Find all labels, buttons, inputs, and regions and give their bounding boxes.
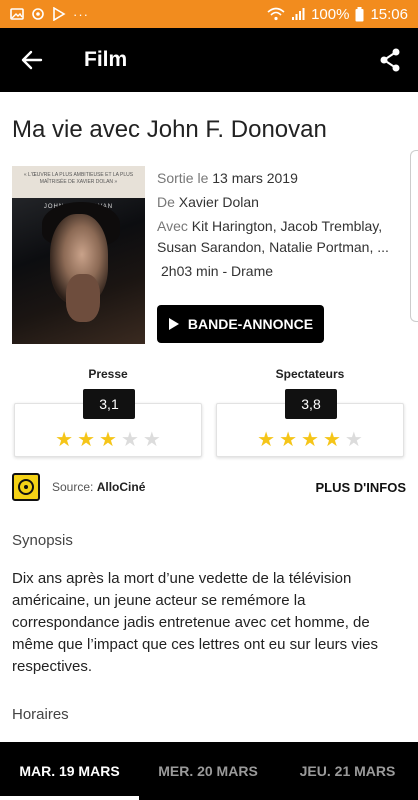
star-filled-icon: ★ xyxy=(301,429,319,451)
status-icons-right: 100% 15:06 xyxy=(267,6,408,23)
more-info-link[interactable]: PLUS D'INFOS xyxy=(316,480,407,495)
clock: 15:06 xyxy=(370,5,408,23)
sync-icon xyxy=(32,8,44,20)
release-line: Sortie le 13 mars 2019 xyxy=(157,168,409,189)
status-icons-left: ··· xyxy=(10,7,89,22)
movie-info: Sortie le 13 mars 2019 De Xavier Dolan A… xyxy=(157,168,409,282)
battery-percent: 100% xyxy=(311,5,350,23)
play-store-icon xyxy=(53,7,66,21)
director-label: De xyxy=(157,194,175,210)
signal-icon xyxy=(292,8,305,20)
cast-label: Avec xyxy=(157,218,188,234)
movie-detail-content[interactable]: Ma vie avec John F. Donovan « L'ŒUVRE LA… xyxy=(0,92,418,742)
cast-line: Avec Kit Harington, Jacob Tremblay, Susa… xyxy=(157,216,409,258)
tab-date-20-mars[interactable]: MER. 20 MARS xyxy=(139,742,277,800)
synopsis-text: Dix ans après la mort d’une vedette de l… xyxy=(12,570,378,675)
audience-rating: Spectateurs 3,8 ★ ★ ★ ★ ★ xyxy=(216,367,404,457)
star-filled-icon: ★ xyxy=(257,429,276,451)
poster-quote: « L'ŒUVRE LA PLUS AMBITIEUSE ET LA PLUS … xyxy=(23,172,134,185)
audience-rating-label: Spectateurs xyxy=(275,367,345,381)
source-name: AlloCiné xyxy=(96,480,146,494)
synopsis-heading: Synopsis xyxy=(12,532,73,549)
release-label: Sortie le xyxy=(157,170,209,186)
star-empty-icon: ★ xyxy=(142,429,161,451)
press-rating-score: 3,1 xyxy=(83,389,135,419)
duration-genre: 2h03 min - Drame xyxy=(161,263,274,279)
trailer-label: BANDE-ANNONCE xyxy=(187,316,314,332)
movie-poster[interactable]: « L'ŒUVRE LA PLUS AMBITIEUSE ET LA PLUS … xyxy=(12,166,145,344)
play-icon xyxy=(168,318,179,330)
app-bar: Film xyxy=(0,28,418,92)
more-notifications: ··· xyxy=(73,6,89,22)
press-rating-label: Presse xyxy=(88,367,128,381)
trailer-button[interactable]: BANDE-ANNONCE xyxy=(157,305,324,343)
cast-names: Kit Harington, Jacob Tremblay, Susan Sar… xyxy=(157,218,389,255)
back-button[interactable] xyxy=(0,28,64,92)
status-bar: ··· 100% 15:06 xyxy=(0,0,418,28)
director-line: De Xavier Dolan xyxy=(157,192,409,213)
battery-icon xyxy=(355,6,364,21)
star-filled-icon: ★ xyxy=(99,429,117,451)
tab-date-21-mars[interactable]: JEU. 21 MARS xyxy=(277,742,418,800)
director-name: Xavier Dolan xyxy=(178,194,259,210)
star-filled-icon: ★ xyxy=(279,429,298,451)
star-empty-icon: ★ xyxy=(120,429,139,451)
allocine-logo-icon xyxy=(12,473,40,501)
source-row: Source: AlloCiné PLUS D'INFOS xyxy=(12,472,406,502)
share-button[interactable] xyxy=(362,28,418,92)
poster-header: « L'ŒUVRE LA PLUS AMBITIEUSE ET LA PLUS … xyxy=(12,166,145,198)
side-scroll-handle[interactable] xyxy=(410,150,418,322)
gallery-icon xyxy=(10,8,24,20)
star-filled-icon: ★ xyxy=(77,429,96,451)
showtimes-heading: Horaires xyxy=(12,706,69,723)
release-date: 13 mars 2019 xyxy=(212,170,298,186)
source-text: Source: AlloCiné xyxy=(52,480,145,494)
movie-title: Ma vie avec John F. Donovan xyxy=(12,116,327,143)
source-prefix: Source: xyxy=(52,480,94,494)
audience-stars: ★ ★ ★ ★ ★ xyxy=(216,429,404,451)
arrow-left-icon xyxy=(21,50,43,70)
star-filled-icon: ★ xyxy=(55,429,74,451)
press-stars: ★ ★ ★ ★ ★ xyxy=(14,429,202,451)
tab-date-19-mars[interactable]: MAR. 19 MARS xyxy=(0,742,139,800)
page-title: Film xyxy=(84,48,128,71)
star-empty-icon: ★ xyxy=(344,429,363,451)
press-rating: Presse 3,1 ★ ★ ★ ★ ★ xyxy=(14,367,202,457)
audience-rating-score: 3,8 xyxy=(285,389,337,419)
share-icon xyxy=(380,48,400,72)
allocine-reel-icon xyxy=(18,479,34,495)
date-tabs: MAR. 19 MARS MER. 20 MARS JEU. 21 MARS xyxy=(0,742,418,800)
star-filled-icon: ★ xyxy=(322,429,341,451)
wifi-icon xyxy=(267,7,285,21)
poster-image-hand xyxy=(66,274,100,322)
